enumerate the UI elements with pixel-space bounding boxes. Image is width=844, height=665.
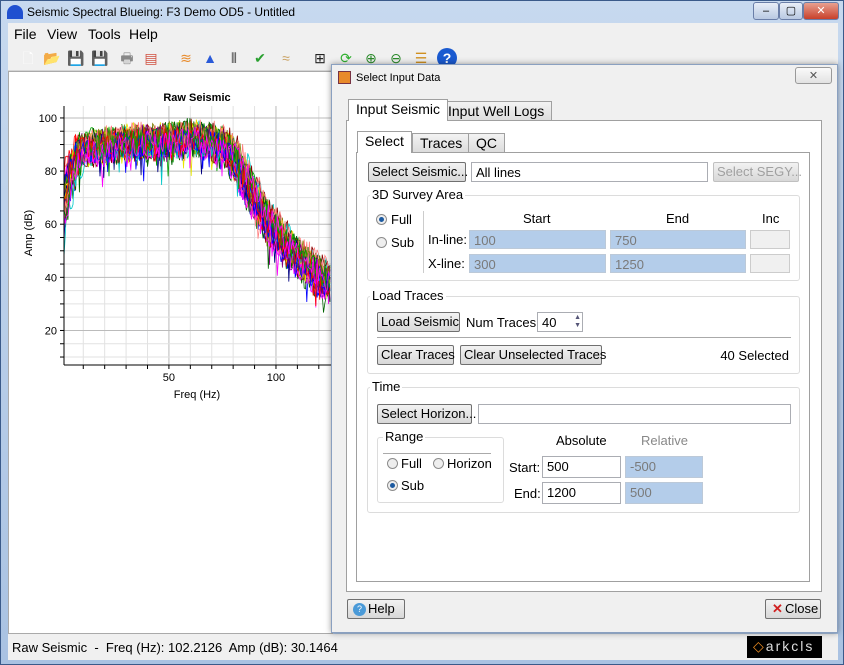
minimize-button[interactable]: – bbox=[753, 2, 779, 20]
survey-sub-radio[interactable] bbox=[376, 237, 387, 248]
dialog-icon bbox=[338, 71, 351, 84]
help-button[interactable]: ? Help bbox=[347, 599, 405, 619]
chart-panel: Raw Seismic Freq (Hz) Amp (dB) 20 40 60 80 1… bbox=[8, 71, 333, 634]
x-tick-label: 100 bbox=[267, 372, 285, 384]
y-tick-label: 100 bbox=[39, 113, 57, 125]
divider bbox=[423, 211, 424, 273]
dialog-close-button[interactable]: ✕ bbox=[795, 67, 832, 84]
absolute-end-input[interactable]: 1200 bbox=[542, 482, 621, 504]
relative-header: Relative bbox=[641, 433, 688, 448]
load-traces-title: Load Traces bbox=[370, 288, 446, 303]
x-axis-label: Freq (Hz) bbox=[174, 389, 220, 401]
selected-count: 40 Selected bbox=[720, 348, 789, 363]
select-seismic-button[interactable]: Select Seismic... bbox=[368, 162, 468, 182]
time-title: Time bbox=[370, 379, 403, 394]
xline-end-input[interactable]: 1250 bbox=[610, 254, 746, 273]
select-segy-button[interactable]: Select SEGY... bbox=[713, 162, 802, 182]
num-traces-value: 40 bbox=[542, 315, 557, 330]
survey-area-title: 3D Survey Area bbox=[370, 187, 466, 202]
arkcls-logo: ◇arkcls bbox=[747, 636, 822, 658]
close-icon: ✕ bbox=[772, 601, 783, 616]
close-window-button[interactable]: ✕ bbox=[803, 2, 839, 20]
select-input-data-dialog: Select Input Data ✕ Input Seismic Input … bbox=[331, 64, 838, 633]
inc-header: Inc bbox=[762, 211, 780, 226]
absolute-start-input[interactable]: 500 bbox=[542, 456, 621, 478]
y-axis-label: Amp (dB) bbox=[23, 210, 35, 256]
survey-sub-label: Sub bbox=[391, 235, 415, 250]
help-label: Help bbox=[368, 601, 395, 616]
inline-inc-input[interactable] bbox=[750, 230, 790, 249]
tab-qc[interactable]: QC bbox=[468, 133, 505, 152]
range-horizon-label: Horizon bbox=[447, 456, 492, 471]
x-tick-label: 50 bbox=[163, 372, 175, 384]
y-tick-label: 40 bbox=[45, 272, 57, 284]
close-button[interactable]: ✕ Close bbox=[765, 599, 821, 619]
seismic-input[interactable]: All lines bbox=[471, 162, 708, 182]
range-full-label: Full bbox=[401, 456, 422, 471]
inline-start-input[interactable]: 100 bbox=[469, 230, 606, 249]
clear-unselected-traces-button[interactable]: Clear Unselected Traces bbox=[460, 345, 606, 365]
start-header: Start bbox=[523, 211, 551, 226]
tab-input-seismic[interactable]: Input Seismic bbox=[348, 99, 449, 121]
range-horizon-radio[interactable] bbox=[433, 458, 444, 469]
num-traces-label: Num Traces: bbox=[466, 315, 540, 330]
xline-label: X-line: bbox=[428, 256, 465, 271]
range-full-radio[interactable] bbox=[387, 458, 398, 469]
range-sub-label: Sub bbox=[401, 478, 425, 493]
range-title: Range bbox=[383, 429, 426, 444]
xline-start-input[interactable]: 300 bbox=[469, 254, 606, 273]
dialog-title: Select Input Data bbox=[356, 72, 441, 84]
raw-seismic-chart: Raw Seismic Freq (Hz) Amp (dB) 20 40 60 80 1… bbox=[23, 92, 331, 401]
spin-arrows-icon[interactable]: ▲ ▼ bbox=[574, 314, 581, 330]
status-bar: Raw Seismic - Freq (Hz): 102.2126 Amp (d… bbox=[8, 634, 838, 660]
status-text: Raw Seismic - Freq (Hz): 102.2126 Amp (d… bbox=[12, 640, 338, 655]
maximize-button[interactable]: ▢ bbox=[779, 2, 803, 20]
y-tick-label: 60 bbox=[45, 219, 57, 231]
separator bbox=[383, 453, 491, 454]
separator bbox=[377, 337, 791, 338]
survey-full-label: Full bbox=[391, 212, 412, 227]
help-icon: ? bbox=[353, 603, 366, 616]
end-label: End: bbox=[514, 486, 541, 501]
absolute-header: Absolute bbox=[556, 433, 607, 448]
y-tick-label: 80 bbox=[45, 166, 57, 178]
horizon-input[interactable] bbox=[478, 404, 791, 424]
end-header: End bbox=[666, 211, 690, 226]
num-traces-stepper[interactable]: 40 ▲ ▼ bbox=[537, 312, 583, 332]
load-seismic-button[interactable]: Load Seismic bbox=[377, 312, 460, 332]
tab-traces[interactable]: Traces bbox=[412, 133, 471, 152]
tab-input-well-logs[interactable]: Input Well Logs bbox=[440, 101, 553, 121]
chart-title: Raw Seismic bbox=[163, 92, 230, 104]
relative-start-input[interactable]: -500 bbox=[625, 456, 703, 478]
clear-traces-button[interactable]: Clear Traces bbox=[377, 345, 455, 365]
inline-label: In-line: bbox=[428, 232, 468, 247]
start-label: Start: bbox=[509, 460, 541, 475]
xline-inc-input[interactable] bbox=[750, 254, 790, 273]
tab-select[interactable]: Select bbox=[357, 131, 412, 153]
range-sub-radio[interactable] bbox=[387, 480, 398, 491]
survey-full-radio[interactable] bbox=[376, 214, 387, 225]
select-horizon-button[interactable]: Select Horizon... bbox=[377, 404, 476, 424]
y-tick-label: 20 bbox=[45, 325, 57, 337]
relative-end-input[interactable]: 500 bbox=[625, 482, 703, 504]
close-label: Close bbox=[785, 601, 819, 616]
inline-end-input[interactable]: 750 bbox=[610, 230, 746, 249]
